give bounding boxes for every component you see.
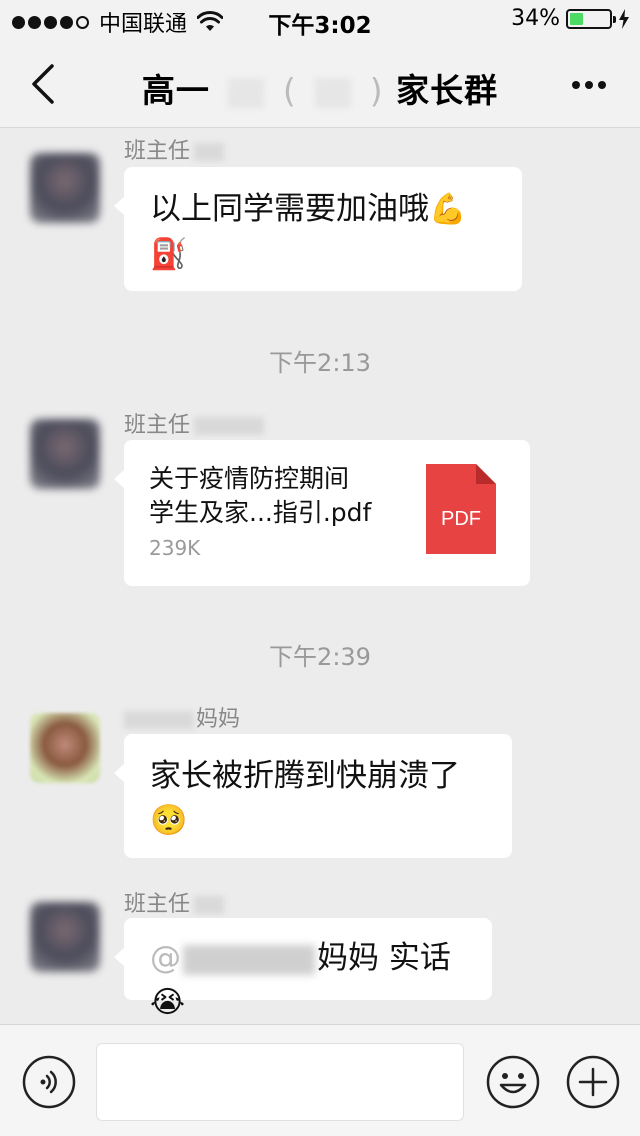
- status-bar: 中国联通 下午3:02 34%: [0, 0, 640, 40]
- flexed-biceps-emoji: 💪: [429, 192, 467, 227]
- chat-header: 高一 ( ) 家长群: [0, 40, 640, 128]
- timestamp: 下午2:13: [269, 349, 371, 377]
- message-bubble[interactable]: 以上同学需要加油哦💪 ⛽: [114, 167, 522, 291]
- mention-suffix: 妈妈: [317, 940, 379, 976]
- crying-face-emoji: 😭: [150, 985, 186, 1020]
- message-bubble[interactable]: 家长被折腾到快崩溃了 🥺: [114, 734, 512, 858]
- message-text: 家长被折腾到快崩溃了: [150, 758, 460, 794]
- blurred-region: [315, 77, 352, 108]
- sender-name: 班主任: [124, 886, 225, 918]
- message-bubble[interactable]: @ 妈妈 实话 😭: [114, 918, 492, 1020]
- plus-icon[interactable]: [566, 1055, 620, 1109]
- fuel-pump-emoji: ⛽: [150, 237, 188, 272]
- sender-name: 班主任: [124, 133, 225, 165]
- message-text: 实话: [388, 940, 451, 976]
- more-dots-icon[interactable]: [572, 74, 616, 90]
- sender-name: 班主任: [124, 407, 265, 439]
- battery-fill: [570, 12, 583, 25]
- file-card[interactable]: 关于疫情防控期间 学生及家...指引.pdf 239K PDF: [114, 440, 530, 586]
- mention-at: @: [150, 940, 181, 976]
- input-bar: [0, 1024, 640, 1136]
- file-name: 关于疫情防控期间 学生及家...指引.pdf: [149, 464, 372, 527]
- message-list[interactable]: 班主任 以上同学需要加油哦💪 ⛽ 下午2:13 班主任 关于疫情防控期间 学生及…: [0, 129, 640, 1024]
- title-prefix: 高一: [141, 71, 210, 110]
- avatar[interactable]: [30, 153, 100, 223]
- voice-icon[interactable]: [22, 1055, 76, 1109]
- chat-title: 高一 ( ) 家长群: [0, 64, 640, 112]
- title-paren-open: (: [282, 71, 297, 110]
- message-input[interactable]: [96, 1043, 464, 1121]
- pleading-face-emoji: 🥺: [150, 803, 188, 838]
- title-suffix: 家长群: [396, 71, 499, 110]
- timestamp: 下午2:39: [269, 643, 371, 671]
- blurred-region: [183, 944, 315, 975]
- message-text: 以上同学需要加油哦: [150, 191, 429, 227]
- avatar[interactable]: [30, 902, 100, 972]
- emoji-icon[interactable]: [486, 1055, 540, 1109]
- sender-name: 妈妈: [124, 701, 240, 733]
- file-size: 239K: [149, 536, 201, 560]
- battery-percent: 34%: [511, 6, 560, 31]
- charging-bolt-icon: [619, 8, 629, 29]
- title-paren-close: ): [369, 71, 384, 110]
- battery-icon: [566, 8, 616, 29]
- avatar[interactable]: [30, 419, 100, 489]
- pdf-label: PDF: [441, 508, 481, 530]
- avatar[interactable]: [30, 713, 100, 783]
- blurred-region: [228, 77, 265, 108]
